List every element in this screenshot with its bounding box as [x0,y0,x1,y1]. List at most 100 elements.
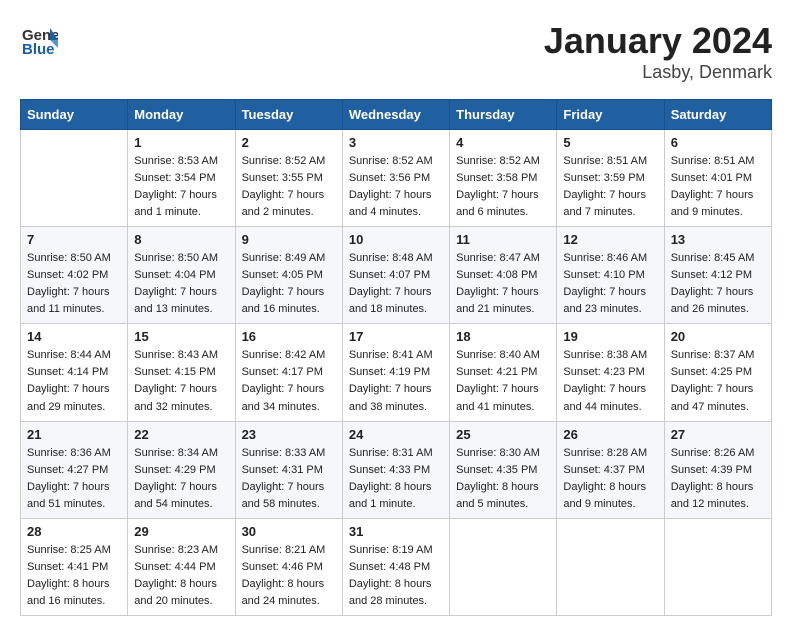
day-info: Sunrise: 8:50 AM Sunset: 4:02 PM Dayligh… [27,250,121,318]
weekday-header-sunday: Sunday [21,100,128,130]
day-number: 10 [349,232,443,247]
day-number: 25 [456,427,550,442]
calendar-cell: 26 Sunrise: 8:28 AM Sunset: 4:37 PM Dayli… [557,421,664,518]
svg-text:Blue: Blue [22,41,55,58]
day-number: 7 [27,232,121,247]
calendar-cell: 9 Sunrise: 8:49 AM Sunset: 4:05 PM Daylig… [235,227,342,324]
calendar-cell: 4 Sunrise: 8:52 AM Sunset: 3:58 PM Daylig… [450,130,557,227]
day-info: Sunrise: 8:25 AM Sunset: 4:41 PM Dayligh… [27,542,121,610]
calendar-cell: 28 Sunrise: 8:25 AM Sunset: 4:41 PM Dayli… [21,518,128,615]
day-number: 3 [349,135,443,150]
calendar-cell: 16Sunrise: 8:42 AM Sunset: 4:17 PM Dayli… [235,324,342,421]
day-info: Sunrise: 8:34 AM Sunset: 4:29 PM Dayligh… [134,445,228,513]
day-number: 26 [563,427,657,442]
day-number: 8 [134,232,228,247]
day-number: 16 [242,329,336,344]
day-number: 13 [671,232,765,247]
day-number: 14 [27,329,121,344]
calendar-cell: 7 Sunrise: 8:50 AM Sunset: 4:02 PM Daylig… [21,227,128,324]
day-info: Sunrise: 8:51 AM Sunset: 3:59 PM Dayligh… [563,153,657,221]
day-number: 1 [134,135,228,150]
weekday-header-saturday: Saturday [664,100,771,130]
day-info: Sunrise: 8:40 AM Sunset: 4:21 PM Dayligh… [456,347,550,415]
day-number: 9 [242,232,336,247]
day-info: Sunrise: 8:49 AM Sunset: 4:05 PM Dayligh… [242,250,336,318]
logo: General Blue [20,20,58,58]
calendar-cell: 14 Sunrise: 8:44 AM Sunset: 4:14 PM Dayli… [21,324,128,421]
day-info: Sunrise: 8:30 AM Sunset: 4:35 PM Dayligh… [456,445,550,513]
weekday-header-monday: Monday [128,100,235,130]
day-number: 6 [671,135,765,150]
calendar-cell: 15Sunrise: 8:43 AM Sunset: 4:15 PM Dayli… [128,324,235,421]
day-info: Sunrise: 8:36 AM Sunset: 4:27 PM Dayligh… [27,445,121,513]
day-number: 28 [27,524,121,539]
calendar-week-5: 28 Sunrise: 8:25 AM Sunset: 4:41 PM Dayli… [21,518,772,615]
day-info: Sunrise: 8:51 AM Sunset: 4:01 PM Dayligh… [671,153,765,221]
day-number: 27 [671,427,765,442]
day-number: 29 [134,524,228,539]
weekday-header-thursday: Thursday [450,100,557,130]
calendar-cell: 25 Sunrise: 8:30 AM Sunset: 4:35 PM Dayli… [450,421,557,518]
calendar-cell: 24Sunrise: 8:31 AM Sunset: 4:33 PM Dayli… [342,421,449,518]
weekday-header-friday: Friday [557,100,664,130]
day-info: Sunrise: 8:23 AM Sunset: 4:44 PM Dayligh… [134,542,228,610]
day-number: 30 [242,524,336,539]
calendar-cell: 2 Sunrise: 8:52 AM Sunset: 3:55 PM Daylig… [235,130,342,227]
calendar-cell: 29 Sunrise: 8:23 AM Sunset: 4:44 PM Dayli… [128,518,235,615]
day-number: 2 [242,135,336,150]
calendar-cell: 18 Sunrise: 8:40 AM Sunset: 4:21 PM Dayli… [450,324,557,421]
calendar-cell: 17 Sunrise: 8:41 AM Sunset: 4:19 PM Dayli… [342,324,449,421]
calendar-cell: 12 Sunrise: 8:46 AM Sunset: 4:10 PM Dayli… [557,227,664,324]
calendar-week-4: 21 Sunrise: 8:36 AM Sunset: 4:27 PM Dayli… [21,421,772,518]
calendar-cell: 23 Sunrise: 8:33 AM Sunset: 4:31 PM Dayli… [235,421,342,518]
day-info: Sunrise: 8:26 AM Sunset: 4:39 PM Dayligh… [671,445,765,513]
day-info: Sunrise: 8:41 AM Sunset: 4:19 PM Dayligh… [349,347,443,415]
weekday-header-wednesday: Wednesday [342,100,449,130]
calendar-cell: 31 Sunrise: 8:19 AM Sunset: 4:48 PM Dayli… [342,518,449,615]
day-info: Sunrise: 8:44 AM Sunset: 4:14 PM Dayligh… [27,347,121,415]
day-number: 5 [563,135,657,150]
calendar-table: SundayMondayTuesdayWednesdayThursdayFrid… [20,99,772,616]
day-info: Sunrise: 8:52 AM Sunset: 3:58 PM Dayligh… [456,153,550,221]
day-number: 31 [349,524,443,539]
day-info: Sunrise: 8:38 AM Sunset: 4:23 PM Dayligh… [563,347,657,415]
day-number: 12 [563,232,657,247]
day-number: 20 [671,329,765,344]
calendar-cell: 11Sunrise: 8:47 AM Sunset: 4:08 PM Dayli… [450,227,557,324]
day-info: Sunrise: 8:46 AM Sunset: 4:10 PM Dayligh… [563,250,657,318]
calendar-cell: 1Sunrise: 8:53 AM Sunset: 3:54 PM Daylig… [128,130,235,227]
day-info: Sunrise: 8:19 AM Sunset: 4:48 PM Dayligh… [349,542,443,610]
weekday-header-tuesday: Tuesday [235,100,342,130]
day-number: 21 [27,427,121,442]
calendar-cell: 8Sunrise: 8:50 AM Sunset: 4:04 PM Daylig… [128,227,235,324]
day-info: Sunrise: 8:52 AM Sunset: 3:55 PM Dayligh… [242,153,336,221]
day-info: Sunrise: 8:48 AM Sunset: 4:07 PM Dayligh… [349,250,443,318]
day-info: Sunrise: 8:28 AM Sunset: 4:37 PM Dayligh… [563,445,657,513]
day-number: 4 [456,135,550,150]
calendar-week-3: 14 Sunrise: 8:44 AM Sunset: 4:14 PM Dayli… [21,324,772,421]
calendar-cell [557,518,664,615]
day-number: 17 [349,329,443,344]
calendar-cell: 22 Sunrise: 8:34 AM Sunset: 4:29 PM Dayli… [128,421,235,518]
logo-icon: General Blue [20,20,58,58]
calendar-cell: 27 Sunrise: 8:26 AM Sunset: 4:39 PM Dayli… [664,421,771,518]
day-number: 22 [134,427,228,442]
calendar-week-1: 1Sunrise: 8:53 AM Sunset: 3:54 PM Daylig… [21,130,772,227]
title-section: January 2024 Lasby, Denmark [544,20,772,83]
day-number: 24 [349,427,443,442]
calendar-cell [21,130,128,227]
calendar-cell: 30 Sunrise: 8:21 AM Sunset: 4:46 PM Dayli… [235,518,342,615]
day-info: Sunrise: 8:45 AM Sunset: 4:12 PM Dayligh… [671,250,765,318]
day-number: 18 [456,329,550,344]
calendar-cell [664,518,771,615]
day-info: Sunrise: 8:33 AM Sunset: 4:31 PM Dayligh… [242,445,336,513]
day-info: Sunrise: 8:47 AM Sunset: 4:08 PM Dayligh… [456,250,550,318]
calendar-cell: 3Sunrise: 8:52 AM Sunset: 3:56 PM Daylig… [342,130,449,227]
calendar-cell: 13 Sunrise: 8:45 AM Sunset: 4:12 PM Dayli… [664,227,771,324]
calendar-cell: 5 Sunrise: 8:51 AM Sunset: 3:59 PM Daylig… [557,130,664,227]
calendar-week-2: 7 Sunrise: 8:50 AM Sunset: 4:02 PM Daylig… [21,227,772,324]
calendar-cell [450,518,557,615]
day-number: 23 [242,427,336,442]
day-info: Sunrise: 8:21 AM Sunset: 4:46 PM Dayligh… [242,542,336,610]
page-header: General Blue January 2024 Lasby, Denmark [20,20,772,83]
